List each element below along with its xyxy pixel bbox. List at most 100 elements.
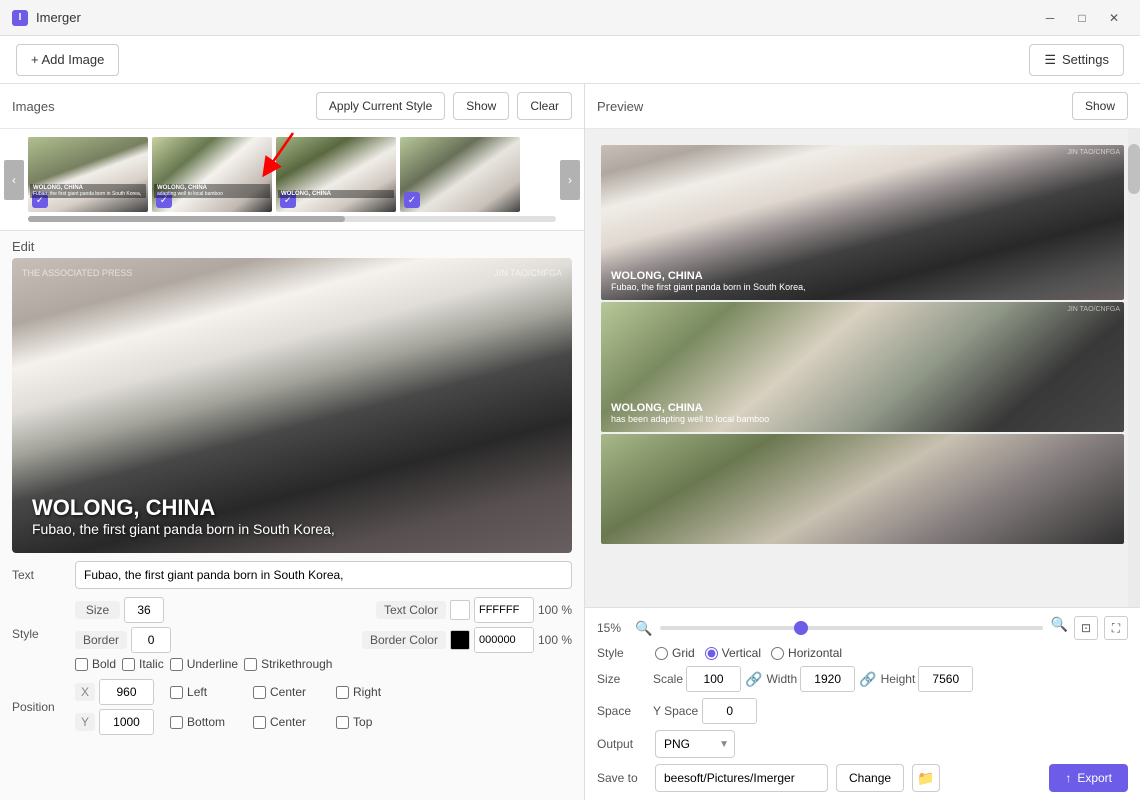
italic-checkbox-group: Italic: [122, 657, 164, 671]
add-image-button[interactable]: + Add Image: [16, 44, 119, 76]
open-folder-button[interactable]: 📁: [912, 764, 940, 792]
text-input[interactable]: [75, 561, 572, 589]
scale-input[interactable]: [686, 666, 741, 692]
text-color-hex[interactable]: [474, 597, 534, 623]
vertical-radio-item: Vertical: [705, 646, 761, 660]
underline-checkbox-group: Underline: [170, 657, 238, 671]
clear-button[interactable]: Clear: [517, 92, 572, 120]
output-settings-row: Output PNG JPG WEBP ▼: [597, 730, 1128, 758]
zoom-in-icon[interactable]: 🔍: [1051, 616, 1068, 640]
left-panel: Images Apply Current Style Show Clear: [0, 84, 585, 800]
border-color-swatch[interactable]: [450, 630, 470, 650]
height-label: Height: [881, 672, 916, 686]
preview-scrollbar-thumb: [1128, 144, 1140, 194]
y-space-item: Y Space: [653, 698, 757, 724]
text-color-item: Text Color 100 %: [376, 597, 572, 623]
preview-scrollbar[interactable]: [1128, 129, 1140, 607]
italic-checkbox[interactable]: [122, 658, 135, 671]
style-row-1: Size Text Color 100 %: [75, 597, 572, 623]
maximize-button[interactable]: □: [1068, 4, 1096, 32]
preview-area: JIN TAO/CNFGA WOLONG, CHINA Fubao, the f…: [585, 129, 1140, 607]
space-settings-row: Space Y Space: [597, 698, 1128, 724]
canvas-text-main: WOLONG, CHINA: [32, 495, 552, 521]
strip-prev-button[interactable]: ‹: [4, 160, 24, 200]
preview-scroll[interactable]: JIN TAO/CNFGA WOLONG, CHINA Fubao, the f…: [585, 129, 1140, 607]
border-color-pct: 100 %: [538, 633, 572, 647]
size-input[interactable]: [124, 597, 164, 623]
style-grid: Size Text Color 100 %: [75, 597, 572, 671]
border-color-item: Border Color 100 %: [362, 627, 572, 653]
fit-button[interactable]: ⊡: [1074, 616, 1098, 640]
zoom-thumb[interactable]: [794, 621, 808, 635]
y-space-input[interactable]: [702, 698, 757, 724]
bottom-checkbox[interactable]: [170, 716, 183, 729]
minimize-button[interactable]: ─: [1036, 4, 1064, 32]
export-button[interactable]: ↑ Export: [1049, 764, 1128, 792]
x-input[interactable]: [99, 679, 154, 705]
underline-checkbox[interactable]: [170, 658, 183, 671]
center2-checkbox[interactable]: [253, 716, 266, 729]
position-row-2: Y Bottom Center: [75, 709, 572, 735]
center1-check: Center: [253, 685, 320, 699]
close-button[interactable]: ✕: [1100, 4, 1128, 32]
border-input[interactable]: [131, 627, 171, 653]
scale-link-icon: 🔗: [745, 671, 762, 688]
horizontal-radio[interactable]: [771, 647, 784, 660]
bold-label: Bold: [92, 657, 116, 671]
strip-next-button[interactable]: ›: [560, 160, 580, 200]
text-color-swatch[interactable]: [450, 600, 470, 620]
bold-checkbox[interactable]: [75, 658, 88, 671]
bottom-controls: 15% 🔍 🔍 ⊡ ⛶ Style Grid: [585, 607, 1140, 800]
preview-text-main-1: WOLONG, CHINA: [611, 270, 1114, 282]
strikethrough-checkbox[interactable]: [244, 658, 257, 671]
size-item: Size: [75, 597, 164, 623]
strip-scrollbar-thumb: [28, 216, 345, 222]
position-label: Position: [12, 700, 67, 714]
apply-style-button[interactable]: Apply Current Style: [316, 92, 445, 120]
vertical-radio[interactable]: [705, 647, 718, 660]
style-radio-group: Grid Vertical Horizontal: [655, 646, 842, 660]
main-layout: Images Apply Current Style Show Clear: [0, 84, 1140, 800]
images-show-button[interactable]: Show: [453, 92, 509, 120]
preview-show-button[interactable]: Show: [1072, 92, 1128, 120]
width-item: Width: [766, 666, 855, 692]
export-label: Export: [1077, 771, 1112, 785]
center1-checkbox[interactable]: [253, 686, 266, 699]
zoom-slider[interactable]: [660, 626, 1042, 630]
thumbnail-3[interactable]: WOLONG, CHINA: [276, 137, 396, 212]
right-panel: Preview Show JIN TAO/CNFGA WOLONG, CHINA…: [585, 84, 1140, 800]
top-checkbox[interactable]: [336, 716, 349, 729]
thumbnail-1[interactable]: WOLONG, CHINA Fubao, the first giant pan…: [28, 137, 148, 212]
preview-text-overlay-1: WOLONG, CHINA Fubao, the first giant pan…: [601, 262, 1124, 300]
right-checkbox[interactable]: [336, 686, 349, 699]
image-strip: WOLONG, CHINA Fubao, the first giant pan…: [0, 137, 584, 212]
right-label: Right: [353, 685, 403, 699]
zoom-out-icon[interactable]: 🔍: [635, 620, 652, 637]
canvas-watermark: THE ASSOCIATED PRESS: [22, 268, 132, 278]
export-icon: ↑: [1065, 771, 1071, 785]
left-checkbox[interactable]: [170, 686, 183, 699]
width-input[interactable]: [800, 666, 855, 692]
thumbnail-4[interactable]: [400, 137, 520, 212]
height-input[interactable]: [918, 666, 973, 692]
vertical-radio-label: Vertical: [722, 646, 761, 660]
width-label: Width: [766, 672, 797, 686]
change-path-button[interactable]: Change: [836, 764, 904, 792]
app-icon: I: [12, 10, 28, 26]
fullscreen-button[interactable]: ⛶: [1104, 616, 1128, 640]
images-section-header: Images Apply Current Style Show Clear: [0, 84, 584, 129]
border-color-hex[interactable]: [474, 627, 534, 653]
canvas-text-sub: Fubao, the first giant panda born in Sou…: [32, 521, 552, 537]
output-format-select[interactable]: PNG JPG WEBP: [655, 730, 735, 758]
thumbnail-2[interactable]: WOLONG, CHINA adapting well to local bam…: [152, 137, 272, 212]
preview-header: Preview Show: [585, 84, 1140, 129]
border-label: Border: [75, 631, 127, 649]
titlebar-left: I Imerger: [12, 10, 81, 26]
grid-radio[interactable]: [655, 647, 668, 660]
position-row-1: X Left Center: [75, 679, 572, 705]
preview-image-3: [601, 434, 1124, 544]
style-row-2: Border Border Color 100 %: [75, 627, 572, 653]
settings-button[interactable]: ☰ Settings: [1029, 44, 1124, 76]
y-input[interactable]: [99, 709, 154, 735]
save-path-input[interactable]: [655, 764, 828, 792]
